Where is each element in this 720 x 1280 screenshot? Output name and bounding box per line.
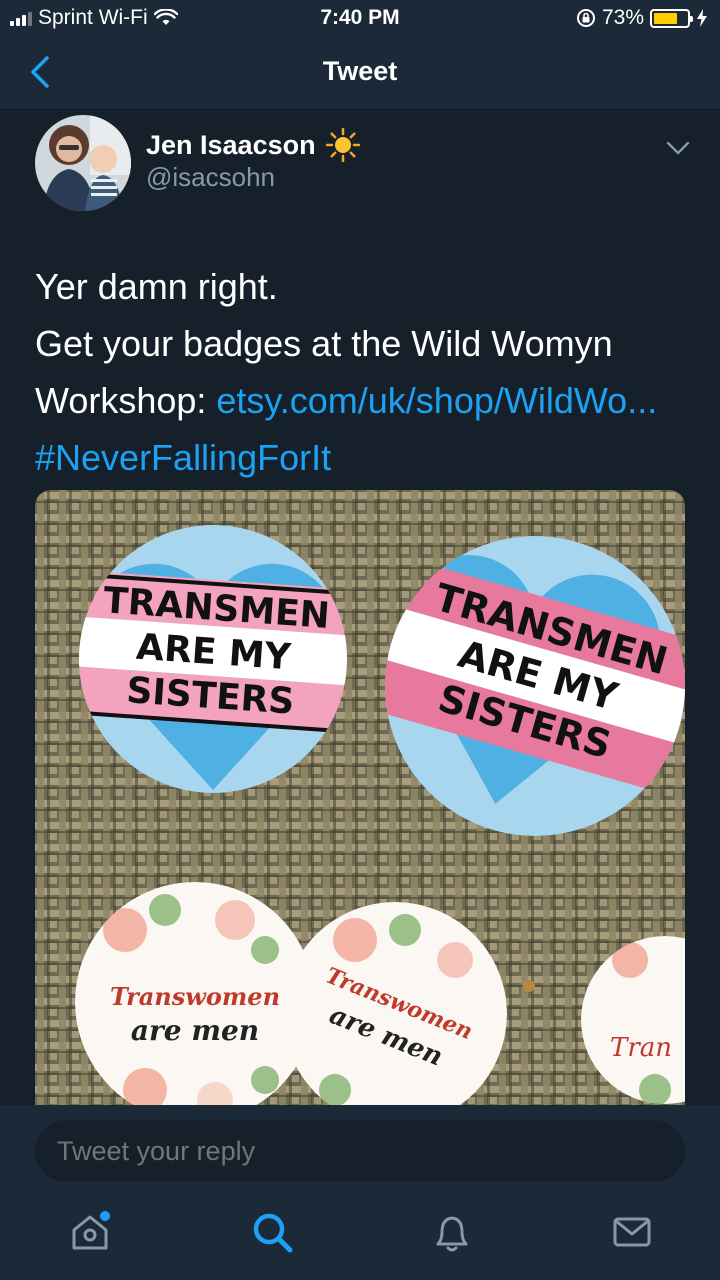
battery-percent: 73% xyxy=(601,6,644,29)
status-bar: Sprint Wi-Fi 7:40 PM 73% xyxy=(0,0,720,36)
battery-icon xyxy=(650,8,693,28)
reply-bar xyxy=(0,1105,720,1190)
tweet-text: Yer damn right. Get your badges at the W… xyxy=(35,258,695,486)
badges-photo: TRANSMEN ARE MY SISTERS TRANSMEN ARE MY … xyxy=(35,490,685,1105)
display-name-text: Jen Isaacson xyxy=(146,129,316,160)
page-title: Tweet xyxy=(322,56,398,86)
display-name[interactable]: Jen Isaacson xyxy=(146,128,360,162)
tweet-line-3-prefix: Workshop: xyxy=(35,380,217,421)
messages-icon[interactable] xyxy=(610,1210,654,1254)
tweet-line-1: Yer damn right. xyxy=(35,266,278,307)
badge-bottom-left-line1: Transwomen xyxy=(110,982,280,1011)
tweet-media[interactable]: TRANSMEN ARE MY SISTERS TRANSMEN ARE MY … xyxy=(35,490,685,1105)
tab-bar xyxy=(0,1190,720,1280)
charging-icon xyxy=(697,9,707,27)
home-icon[interactable] xyxy=(68,1210,112,1254)
pin xyxy=(523,980,535,992)
search-icon[interactable] xyxy=(250,1210,294,1254)
badge-right-partial-text: Tran xyxy=(610,1033,672,1063)
user-handle[interactable]: @isacsohn xyxy=(146,162,275,193)
avatar-photo xyxy=(35,115,131,211)
tweet-line-2: Get your badges at the Wild Womyn xyxy=(35,323,613,364)
hashtag-link[interactable]: #NeverFallingForIt xyxy=(35,429,695,486)
notifications-icon[interactable] xyxy=(430,1210,474,1254)
sun-icon xyxy=(325,128,360,162)
rotation-lock-icon xyxy=(576,9,595,27)
reply-input[interactable] xyxy=(35,1120,685,1182)
nav-bar: Tweet xyxy=(0,36,720,110)
tweet-line-3: Workshop: etsy.com/uk/shop/WildWo... xyxy=(35,372,695,429)
badge-bottom-left-line2: are men xyxy=(131,1014,259,1047)
system-indicators: 73% xyxy=(576,6,708,30)
tweet-link[interactable]: etsy.com/uk/shop/WildWo... xyxy=(216,380,657,421)
chevron-down-icon[interactable] xyxy=(664,136,692,160)
avatar[interactable] xyxy=(35,115,131,211)
